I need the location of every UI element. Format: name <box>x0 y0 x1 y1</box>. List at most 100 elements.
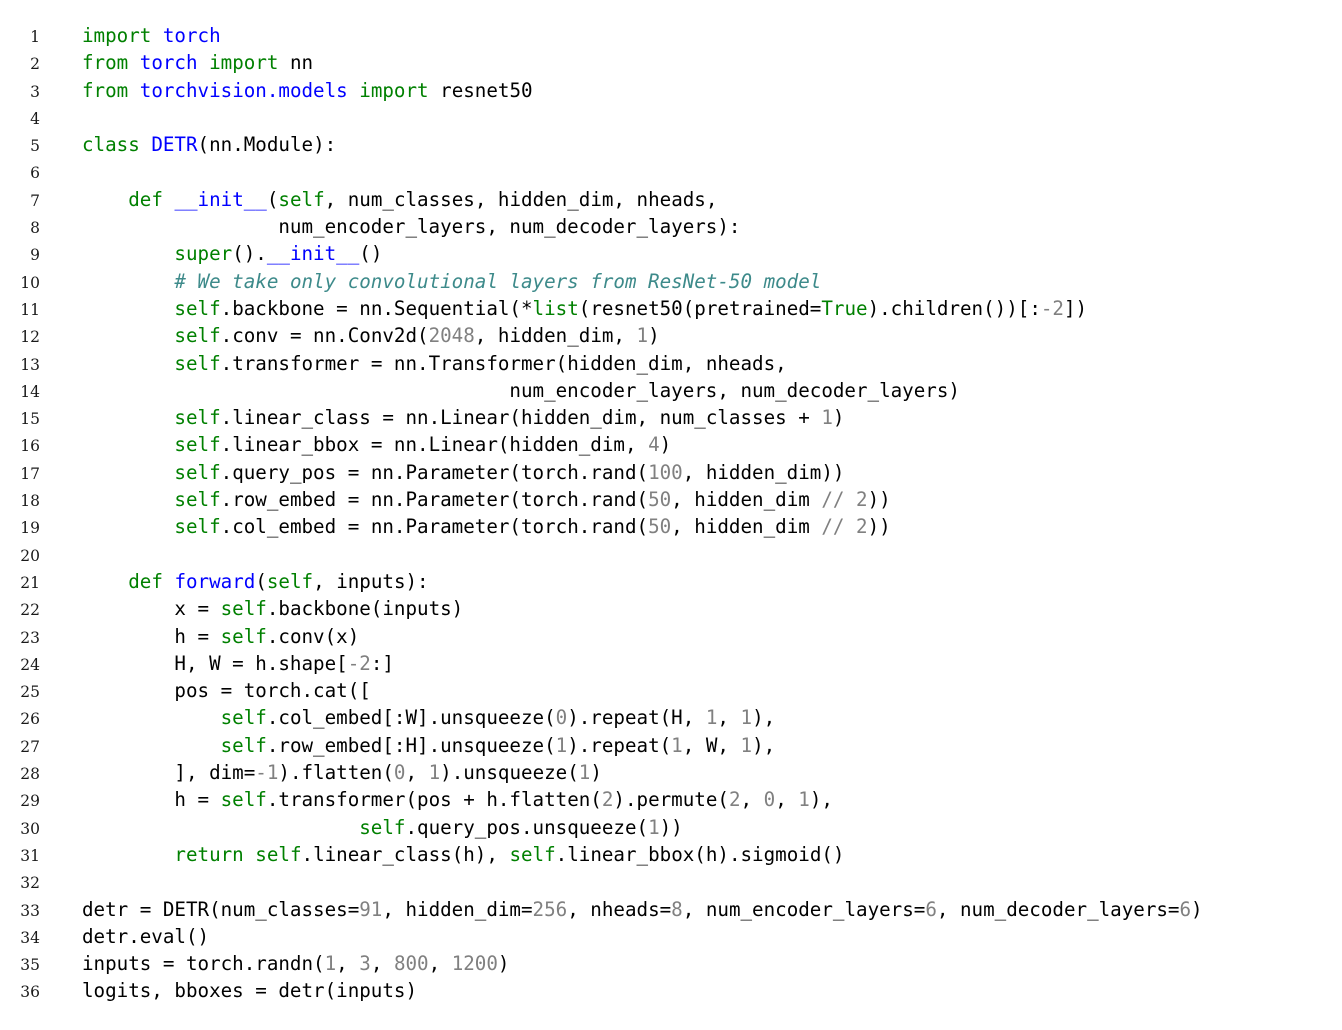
code-token-pl: .row_embed = nn.Parameter(torch.rand( <box>220 488 649 512</box>
code-line-content: from torchvision.models import resnet50 <box>82 77 533 104</box>
code-token-pl: ( <box>266 187 279 211</box>
code-token-pl: , <box>428 952 452 976</box>
code-token-pl: ).repeat(H, <box>567 706 706 730</box>
code-token-pl: (nn.Module): <box>197 133 337 157</box>
line-number: 21 <box>20 573 40 592</box>
code-token-num: 91 <box>359 897 383 921</box>
code-token-pl: , hidden_dim <box>671 515 822 539</box>
code-token-kw: list <box>532 296 579 320</box>
code-token-pl: .transformer = nn.Transformer(hidden_dim… <box>220 351 787 375</box>
code-line-content: self.linear_bbox = nn.Linear(hidden_dim,… <box>82 431 671 458</box>
line-number: 35 <box>20 956 40 975</box>
code-token-kw: self <box>220 706 267 730</box>
code-line: 18 self.row_embed = nn.Parameter(torch.r… <box>0 486 1342 513</box>
code-token-num: 1 <box>578 761 591 785</box>
line-number: 3 <box>30 82 40 101</box>
code-token-pl: H, W = h.shape[ <box>82 651 348 675</box>
code-token-pl: ) <box>832 406 845 430</box>
code-line: 25 pos = torch.cat([ <box>0 677 1342 704</box>
code-token-pl: , hidden_dim)) <box>682 460 845 484</box>
code-token-pl: .query_pos.unsqueeze( <box>405 815 649 839</box>
code-line: 14 num_encoder_layers, num_decoder_layer… <box>0 377 1342 404</box>
code-token-pl: ).flatten( <box>278 761 394 785</box>
code-token-num: 800 <box>393 952 429 976</box>
code-line: 36 logits, bboxes = detr(inputs) <box>0 977 1342 1004</box>
code-line-content: h = self.transformer(pos + h.flatten(2).… <box>82 786 833 813</box>
code-token-pl: , hidden_dim= <box>382 897 533 921</box>
code-line: 23 h = self.conv(x) <box>0 623 1342 650</box>
code-token-num: 1 <box>740 706 753 730</box>
code-token-kw: def <box>128 187 163 211</box>
code-line-content: ], dim=-1).flatten(0, 1).unsqueeze(1) <box>82 759 602 786</box>
line-number: 4 <box>30 109 40 128</box>
code-listing: 1 import torch 2 from torch import nn 3 from … <box>0 0 1342 1030</box>
line-number: 28 <box>20 765 40 784</box>
code-token-pl: inputs = torch.randn( <box>82 952 325 976</box>
code-token-num: 2 <box>728 788 741 812</box>
code-line: 26 self.col_embed[:W].unsqueeze(0).repea… <box>0 704 1342 731</box>
line-number: 5 <box>30 137 40 156</box>
code-line: 8 num_encoder_layers, num_decoder_layers… <box>0 213 1342 240</box>
code-token-pl: .linear_class(h), <box>301 842 510 866</box>
code-token-name: torch <box>162 24 221 47</box>
code-token-kw: self <box>174 351 221 375</box>
code-token-kw: self <box>509 842 556 866</box>
code-line: 16 self.linear_bbox = nn.Linear(hidden_d… <box>0 431 1342 458</box>
code-token-pl: (). <box>232 242 267 266</box>
code-line-content: self.row_embed = nn.Parameter(torch.rand… <box>82 486 890 513</box>
code-token-num: // <box>821 488 845 512</box>
code-token-pl: .col_embed[:W].unsqueeze( <box>266 706 556 730</box>
code-token-num: 2 <box>856 488 868 512</box>
code-token-pl: , num_encoder_layers= <box>682 897 926 921</box>
code-token-pl: : <box>1029 296 1041 320</box>
code-token-pl: , <box>717 706 741 730</box>
code-token-pl: .backbone = nn.Sequential(* <box>220 296 533 320</box>
line-number: 9 <box>30 246 40 265</box>
code-token-kw: self <box>174 515 221 539</box>
code-token-pl: x = <box>82 597 221 621</box>
code-token-pl: :] <box>370 651 394 675</box>
code-token-num: -2 <box>347 651 371 675</box>
code-line: 15 self.linear_class = nn.Linear(hidden_… <box>0 404 1342 431</box>
code-token-name: torch <box>139 51 198 75</box>
code-token-num: 1 <box>798 788 810 812</box>
line-number: 32 <box>20 874 40 893</box>
code-token-kw: self <box>220 733 267 757</box>
code-token-name: __init__ <box>266 242 360 266</box>
code-token-pl: (resnet50(pretrained= <box>578 296 822 320</box>
code-token-num: 8 <box>671 897 683 921</box>
code-token-num: 2 <box>856 515 868 539</box>
code-token-kw: self <box>174 406 221 430</box>
code-token-pl: .linear_bbox = nn.Linear(hidden_dim, <box>220 433 649 457</box>
code-token-kw: import <box>209 51 279 75</box>
code-token-name: __init__ <box>174 187 267 211</box>
code-token-pl: num_encoder_layers, num_decoder_layers): <box>82 215 741 239</box>
code-token-num: 6 <box>925 897 937 921</box>
code-line-content: return self.linear_class(h), self.linear… <box>82 841 844 868</box>
code-token-num: 50 <box>648 488 672 512</box>
code-token-pl: .conv(x) <box>266 624 360 648</box>
code-token-pl: detr = DETR(num_classes= <box>82 897 360 921</box>
code-token-pl: )) <box>867 515 891 539</box>
code-token-pl: ), <box>752 733 776 757</box>
code-token-num: 100 <box>648 460 683 484</box>
code-line: 11 self.backbone = nn.Sequential(*list(r… <box>0 295 1342 322</box>
code-token-pl: .col_embed = nn.Parameter(torch.rand( <box>220 515 649 539</box>
code-token-kw: super <box>174 242 233 266</box>
code-token-num: 0 <box>555 706 568 730</box>
code-line: 12 self.conv = nn.Conv2d(2048, hidden_di… <box>0 322 1342 349</box>
code-line-content: super().__init__() <box>82 240 382 267</box>
line-number: 24 <box>20 655 40 674</box>
line-number: 22 <box>20 601 40 620</box>
code-token-num: 6 <box>1179 897 1192 921</box>
code-token-pl: , nheads= <box>567 897 672 921</box>
line-number: 14 <box>20 382 40 401</box>
